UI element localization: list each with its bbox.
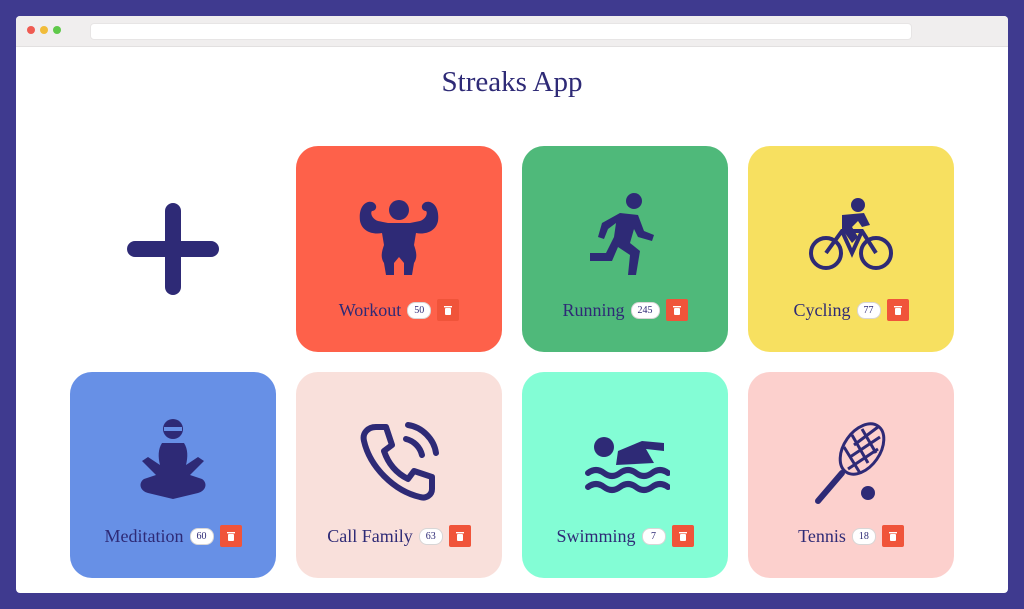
phone-icon [349,412,449,512]
streak-card-meditation[interactable]: Meditation 60 [70,372,276,578]
streak-name: Swimming [556,525,636,546]
delete-streak-button[interactable] [219,525,242,547]
page-title: Streaks App [441,66,583,98]
browser-titlebar [16,16,1008,47]
streak-name: Cycling [793,299,851,320]
streak-name: Running [562,299,625,320]
plus-icon [127,203,219,295]
streak-name: Call Family [327,525,413,546]
streak-name: Workout [338,299,402,320]
trash-icon [226,532,235,541]
minimize-window-button[interactable] [40,26,48,34]
trash-icon [444,306,453,315]
trash-icon [678,532,687,541]
address-bar[interactable] [90,23,912,40]
streak-card-workout[interactable]: Workout 50 [296,146,502,352]
streak-count-badge: 18 [851,527,876,545]
bodybuilder-icon [349,186,449,286]
delete-streak-button[interactable] [665,299,688,321]
streak-count-badge: 50 [407,301,432,319]
trash-icon [888,532,897,541]
streak-card-swimming[interactable]: Swimming 7 [522,372,728,578]
streak-count-badge: 60 [189,527,214,545]
streak-count-badge: 245 [630,301,660,319]
swimmer-icon [575,412,675,512]
delete-streak-button[interactable] [881,525,904,547]
trash-icon [455,532,464,541]
delete-streak-button[interactable] [437,299,460,321]
streak-card-running[interactable]: Running 245 [522,146,728,352]
close-window-button[interactable] [27,26,35,34]
streak-name: Meditation [104,525,184,546]
tennis-racket-icon [801,412,901,512]
delete-streak-button[interactable] [671,525,694,547]
streak-count-badge: 63 [418,527,443,545]
delete-streak-button[interactable] [886,299,909,321]
trash-icon [893,306,902,315]
browser-window: Streaks App Workout 50 Running 245 Cycli… [16,16,1008,593]
streak-name: Tennis [798,525,846,546]
runner-icon [575,186,675,286]
streak-card-cycling[interactable]: Cycling 77 [748,146,954,352]
streak-card-tennis[interactable]: Tennis 18 [748,372,954,578]
streak-count-badge: 77 [856,301,881,319]
streak-card-call-family[interactable]: Call Family 63 [296,372,502,578]
maximize-window-button[interactable] [53,26,61,34]
add-streak-button[interactable] [70,146,276,352]
streak-count-badge: 7 [641,527,666,545]
cyclist-icon [801,186,901,286]
delete-streak-button[interactable] [448,525,471,547]
trash-icon [672,306,681,315]
meditation-icon [123,412,223,512]
